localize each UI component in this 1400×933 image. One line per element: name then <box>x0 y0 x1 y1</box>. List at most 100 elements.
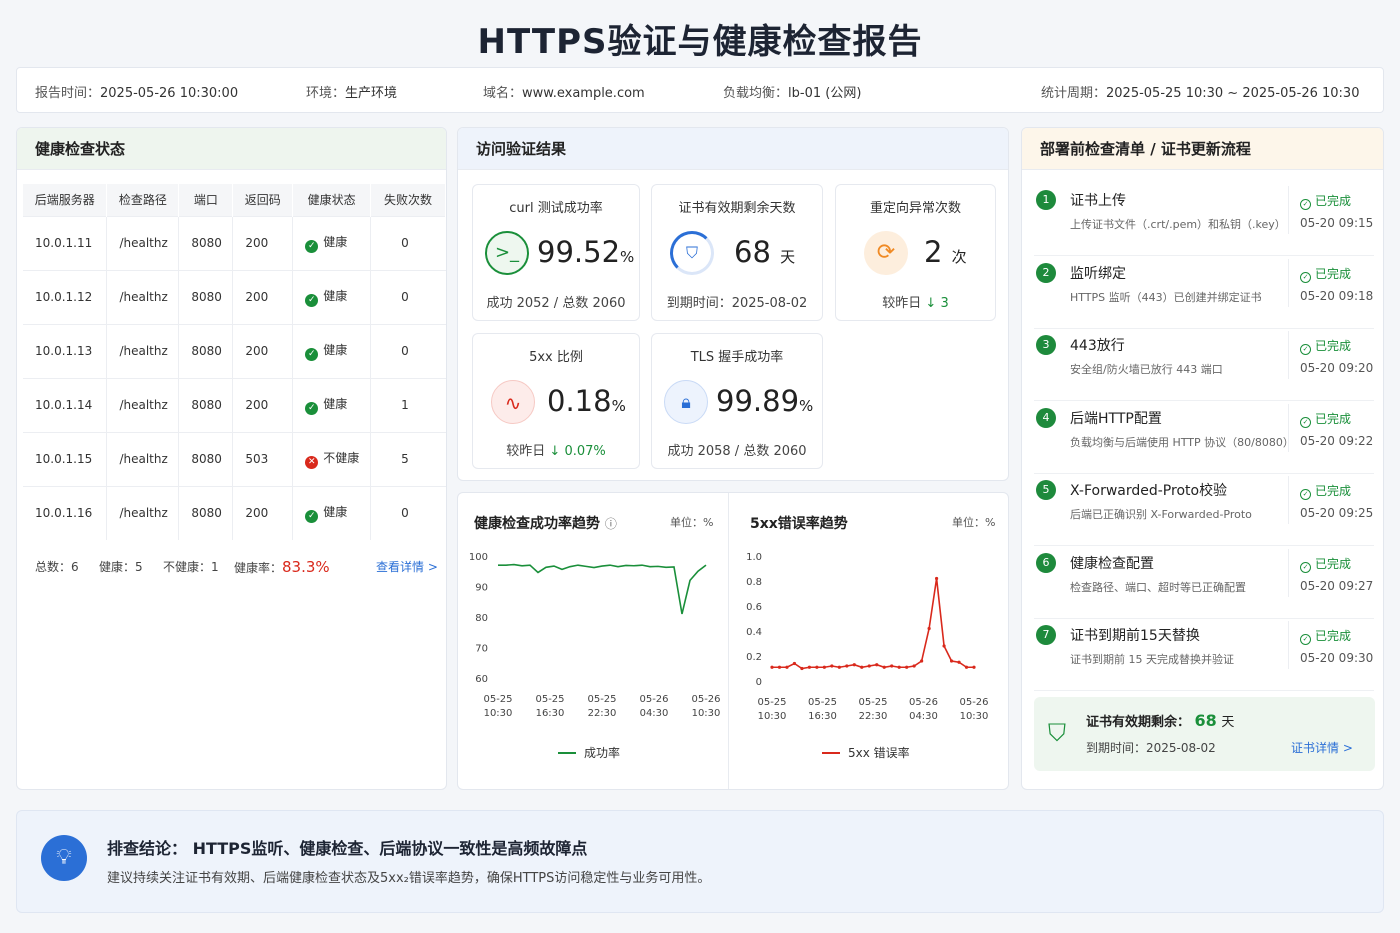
step-desc: 检查路径、端口、超时等已正确配置 <box>1070 580 1246 594</box>
cert-days-label: 证书有效期剩余天数 <box>678 201 796 216</box>
health-check-panel: 健康检查状态 后端服务器 检查路径 端口 返回码 健康状态 失败次数 10.0.… <box>16 127 447 790</box>
x-tick-label: 05-26 10:30 <box>959 697 988 722</box>
step-status: ✓ 已完成 <box>1300 482 1351 500</box>
cert-validity-box: ⛉ 证书有效期剩余： 68 天 到期时间：2025-08-02 证书详情 > <box>1034 697 1375 771</box>
data-point <box>905 665 909 669</box>
curl-sub: 成功 2052 / 总数 2060 <box>486 296 626 311</box>
tls-sub: 成功 2058 / 总数 2060 <box>667 444 807 459</box>
x-tick-label: 05-25 22:30 <box>587 694 616 719</box>
y-tick-label: 70 <box>475 644 488 655</box>
step-title: 监听绑定 <box>1070 265 1126 282</box>
path-cell: /healthz <box>106 269 180 324</box>
status-text: 健康 <box>323 235 348 249</box>
status-text: 不健康 <box>323 451 360 465</box>
y-tick-label: 80 <box>475 613 488 624</box>
data-point <box>890 664 894 668</box>
health-table-header: 后端服务器 检查路径 端口 返回码 健康状态 失败次数 <box>23 184 446 216</box>
status-cell: ✓ 健康 <box>292 377 372 432</box>
fails-cell: 0 <box>370 215 446 270</box>
curl-value: 99.52% <box>537 235 635 269</box>
server-cell: 10.0.1.16 <box>23 485 108 540</box>
step-status: ✓ 已完成 <box>1300 555 1351 573</box>
step-title: 443放行 <box>1070 338 1125 354</box>
step-desc: 负载均衡与后端使用 HTTP 协议（80/8080） <box>1070 435 1294 449</box>
path-cell: /healthz <box>106 323 180 378</box>
cert-days-value: 68 天 <box>734 235 796 269</box>
y-tick-label: 60 <box>475 674 488 685</box>
code-cell: 503 <box>232 431 294 486</box>
view-details-link[interactable]: 查看详情 > <box>376 558 438 575</box>
check-circle-icon: ✓ <box>305 402 319 415</box>
step-number: 4 <box>1036 407 1056 428</box>
data-point <box>837 665 841 669</box>
col-path: 检查路径 <box>106 184 180 216</box>
domain: 域名：www.example.com <box>483 86 645 101</box>
shield-check-icon: ⛉ <box>1048 719 1066 747</box>
status-cell: ✓ 健康 <box>292 269 372 324</box>
ratio-5xx-value: 0.18% <box>547 384 626 418</box>
legend-label: 成功率 <box>584 745 620 760</box>
port-cell: 8080 <box>178 485 234 540</box>
port-cell: 8080 <box>178 431 234 486</box>
step-desc: 安全组/防火墙已放行 443 端口 <box>1070 363 1223 376</box>
col-fails: 失败次数 <box>370 184 446 216</box>
path-cell: /healthz <box>106 485 180 540</box>
x-tick-label: 05-25 10:30 <box>757 697 786 722</box>
checklist-panel: 部署前检查清单 / 证书更新流程 1 证书上传 上传证书文件（.crt/.pem）和… <box>1021 127 1384 790</box>
status-text: 健康 <box>323 289 348 303</box>
table-row: 10.0.1.16/healthz 8080 200 ✓ 健康 0 <box>23 485 446 540</box>
checklist-title: 部署前检查清单 / 证书更新流程 <box>1022 128 1383 170</box>
path-cell: /healthz <box>106 215 180 270</box>
step-desc: HTTPS 监听（443）已创建并绑定证书 <box>1070 290 1262 304</box>
data-point <box>822 665 826 669</box>
stat-period: 统计周期：2025-05-25 10:30 ~ 2025-05-26 10:30 <box>1041 86 1360 101</box>
pulse-icon: ∿ <box>491 380 535 424</box>
lightbulb-icon: 💡︎ <box>41 835 87 881</box>
step-status: ✓ 已完成 <box>1300 192 1351 210</box>
code-cell: 200 <box>232 377 294 432</box>
step-number: 6 <box>1036 552 1056 573</box>
conclusion-panel: 💡︎ 排查结论： HTTPS监听、健康检查、后端协议一致性是高频故障点 建议持续… <box>16 810 1384 913</box>
server-cell: 10.0.1.14 <box>23 377 108 432</box>
cert-details-link[interactable]: 证书详情 > <box>1291 739 1353 756</box>
refresh-icon: ⟳ <box>864 231 908 275</box>
error-rate-chart: 1.0 0.8 0.6 0.4 0.2 0 05-25 10:30 05-25 16:30 05-2… <box>746 552 988 760</box>
code-cell: 200 <box>232 323 294 378</box>
status-cell: ✓ 健康 <box>292 215 372 270</box>
step-time: 05-20 09:30 <box>1300 651 1374 665</box>
path-cell: /healthz <box>106 431 180 486</box>
data-point <box>815 665 819 669</box>
status-text: 健康 <box>323 343 348 357</box>
step-status: ✓ 已完成 <box>1300 337 1351 355</box>
unhealthy-count: 不健康：1 <box>163 560 219 574</box>
report-info-bar: 报告时间：2025-05-26 10:30:00 环境：生产环境 域名：www.… <box>16 67 1384 113</box>
tls-label: TLS 握手成功率 <box>690 350 784 365</box>
col-server: 后端服务器 <box>23 184 108 216</box>
tls-value: 99.89% <box>716 384 814 418</box>
server-cell: 10.0.1.12 <box>23 269 108 324</box>
data-point <box>807 665 812 669</box>
data-point <box>882 665 886 669</box>
port-cell: 8080 <box>178 377 234 432</box>
health-rate: 健康率：83.3% <box>234 558 330 576</box>
y-tick-label: 1.0 <box>746 552 762 563</box>
curl-success-card: curl 测试成功率 >_ 99.52% 成功 2052 / 总数 2060 <box>472 184 640 321</box>
data-point <box>942 644 946 648</box>
data-point <box>785 665 789 669</box>
server-cell: 10.0.1.13 <box>23 323 108 378</box>
trend-charts-panel: 健康检查成功率趋势 ⓘ 单位：% 5xx错误率趋势 单位：% 100 90 80 70… <box>457 492 1009 790</box>
step-title: 后端HTTP配置 <box>1070 410 1162 427</box>
cert-days-sub: 到期时间：2025-08-02 <box>666 296 808 311</box>
table-row: 10.0.1.15/healthz 8080 503 ✕ 不健康 5 <box>23 431 446 486</box>
data-point <box>920 659 924 663</box>
x-tick-label: 05-25 22:30 <box>858 697 887 722</box>
server-cell: 10.0.1.15 <box>23 431 108 486</box>
x-tick-label: 05-25 16:30 <box>808 697 837 722</box>
server-cell: 10.0.1.11 <box>23 215 108 270</box>
data-point <box>777 665 782 669</box>
data-point <box>770 665 774 669</box>
check-circle-icon: ✓ <box>1300 489 1311 500</box>
checklist-step: 6 健康检查配置 检查路径、端口、超时等已正确配置 ✓ 已完成 05-20 09:27 <box>1034 545 1374 619</box>
y-tick-label: 0.6 <box>746 602 762 613</box>
table-row: 10.0.1.14/healthz 8080 200 ✓ 健康 1 <box>23 377 446 432</box>
